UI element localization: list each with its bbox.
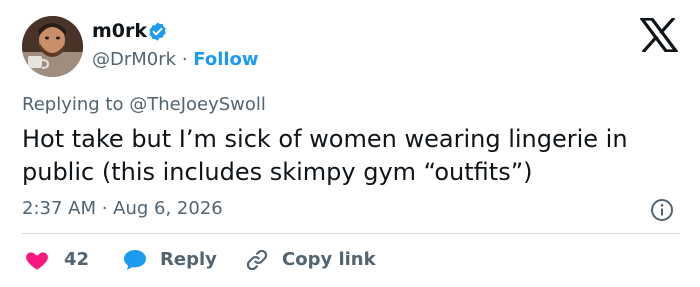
copy-link-label: Copy link [282, 249, 376, 270]
info-icon[interactable] [650, 198, 674, 222]
verified-badge-icon [149, 22, 166, 41]
reply-button[interactable]: Reply [122, 247, 217, 273]
reply-label: Reply [160, 249, 217, 270]
replying-to-prefix: Replying to [22, 94, 124, 115]
tweet-card: m0rk @DrM0rk · Follow Replying to @TheJo… [0, 0, 700, 287]
copy-link-button[interactable]: Copy link [244, 247, 376, 273]
like-button[interactable]: 42 [24, 247, 89, 273]
handle-separator: · [181, 49, 188, 70]
tweet-timestamp[interactable]: 2:37 AM · Aug 6, 2026 [22, 197, 223, 221]
follow-button[interactable]: Follow [193, 49, 258, 70]
author-handle-row: @DrM0rk · Follow [92, 48, 259, 72]
author-display-name[interactable]: m0rk [92, 19, 147, 43]
replying-to-handle[interactable]: @TheJoeySwoll [129, 94, 266, 115]
tweet-text: Hot take but I’m sick of women wearing l… [22, 125, 628, 186]
link-icon [246, 249, 268, 271]
heart-icon [26, 252, 48, 270]
replying-to: Replying to @TheJoeySwoll [22, 93, 266, 117]
x-logo-icon[interactable] [640, 18, 678, 52]
speech-bubble-icon [124, 250, 146, 270]
like-count: 42 [64, 249, 90, 270]
divider [22, 233, 680, 234]
author-handle[interactable]: @DrM0rk [92, 49, 176, 70]
avatar[interactable] [22, 16, 83, 77]
